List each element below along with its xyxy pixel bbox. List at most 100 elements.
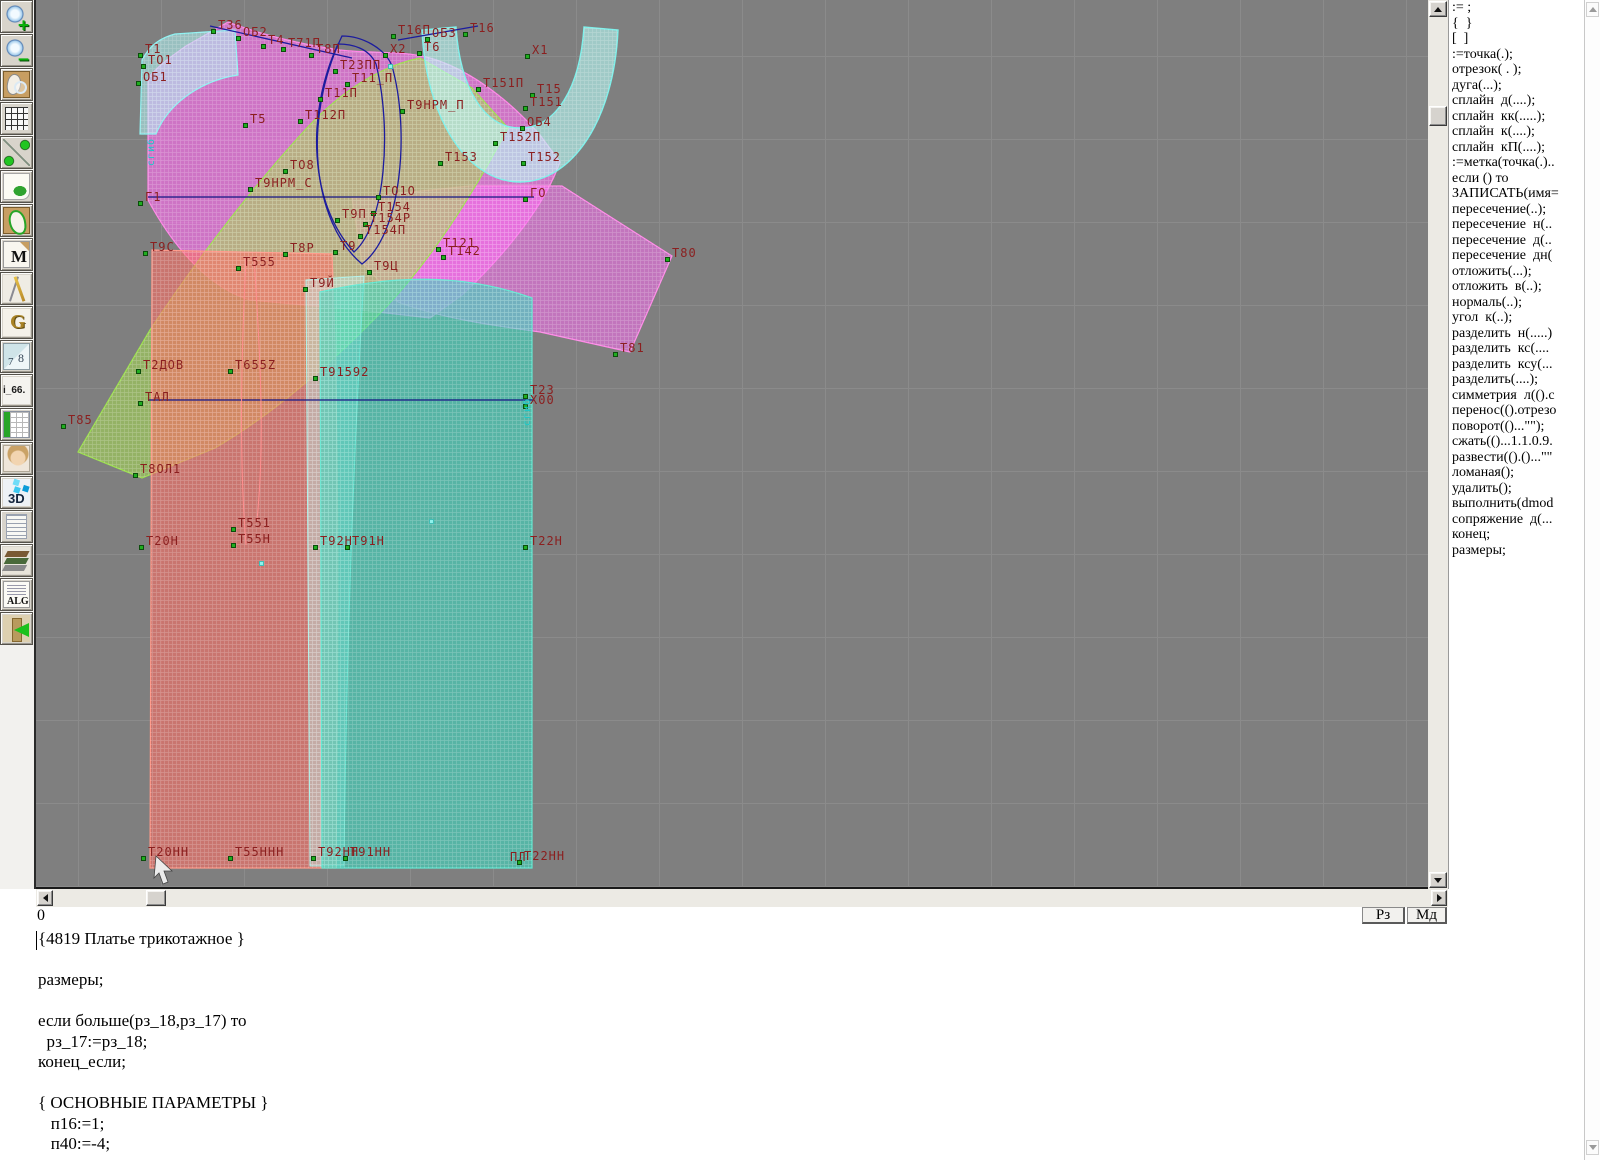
point-marker[interactable] [303, 287, 308, 292]
command-item[interactable]: сжать(()...1.1.0.9. [1449, 434, 1584, 450]
command-item[interactable]: сплайн к(....); [1449, 124, 1584, 140]
point-marker[interactable] [363, 222, 368, 227]
scroll-right-icon[interactable] [1431, 890, 1447, 906]
command-item[interactable]: выполнить(dmod [1449, 496, 1584, 512]
editor-line[interactable]: {4819 Платье трикотажное } [38, 929, 1584, 950]
point-marker[interactable] [438, 161, 443, 166]
point-marker[interactable] [283, 252, 288, 257]
zoom-in-button[interactable] [0, 0, 33, 33]
point-marker[interactable] [211, 29, 216, 34]
point-marker[interactable] [136, 369, 141, 374]
point-marker[interactable] [236, 36, 241, 41]
command-item[interactable]: сплайн кк(.....); [1449, 109, 1584, 125]
point-marker[interactable] [367, 270, 372, 275]
drawing-canvas[interactable]: Т36ОБ2Т1ТО1ОБ1Т4Т71ПТ8ПТ23ППТ11_ПХ2Т6Т16… [36, 0, 1428, 889]
point-marker[interactable] [143, 251, 148, 256]
point-marker[interactable] [371, 211, 376, 216]
point-marker[interactable] [61, 424, 66, 429]
point-marker[interactable] [400, 109, 405, 114]
command-item[interactable]: пересечение(..); [1449, 202, 1584, 218]
canvas-horizontal-scrollbar[interactable] [36, 889, 1448, 907]
point-marker[interactable] [138, 201, 143, 206]
point-marker[interactable] [345, 82, 350, 87]
aux-marker[interactable] [259, 561, 264, 566]
editor-line[interactable]: размеры; [38, 970, 1584, 991]
point-marker[interactable] [228, 369, 233, 374]
command-item[interactable]: [ ] [1449, 31, 1584, 47]
command-item[interactable]: := ; [1449, 0, 1584, 16]
command-item[interactable]: симметрия л(().с [1449, 388, 1584, 404]
point-marker[interactable] [463, 32, 468, 37]
drafting-button[interactable] [0, 272, 33, 305]
point-marker[interactable] [228, 856, 233, 861]
sketch-button[interactable] [0, 170, 33, 203]
command-item[interactable]: разделить ксу(... [1449, 357, 1584, 373]
command-item[interactable]: ЗАПИСАТЬ(имя= [1449, 186, 1584, 202]
command-item[interactable]: отрезок( . ); [1449, 62, 1584, 78]
point-marker[interactable] [333, 69, 338, 74]
zoom-out-button[interactable] [0, 34, 33, 67]
point-marker[interactable] [521, 161, 526, 166]
vertical-scroll-thumb[interactable] [1429, 106, 1447, 126]
point-marker[interactable] [358, 234, 363, 239]
point-marker[interactable] [391, 34, 396, 39]
point-marker[interactable] [665, 257, 670, 262]
point-marker[interactable] [313, 376, 318, 381]
point-marker[interactable] [261, 44, 266, 49]
editor-line[interactable]: рз_17:=рз_18; [38, 1032, 1584, 1053]
scroll-left-icon[interactable] [37, 890, 53, 906]
command-item[interactable]: размеры; [1449, 543, 1584, 559]
alg-button[interactable] [0, 578, 33, 611]
point-marker[interactable] [231, 543, 236, 548]
point-marker[interactable] [417, 51, 422, 56]
point-marker[interactable] [376, 195, 381, 200]
command-item[interactable]: сплайн д(....); [1449, 93, 1584, 109]
command-item[interactable]: :=точка(.); [1449, 47, 1584, 63]
command-item[interactable]: сплайн кП(....); [1449, 140, 1584, 156]
command-item[interactable]: дуга(...); [1449, 78, 1584, 94]
editor-line[interactable] [38, 991, 1584, 1012]
point-marker[interactable] [281, 47, 286, 52]
point-marker[interactable] [133, 473, 138, 478]
point-marker[interactable] [139, 545, 144, 550]
editor-line[interactable] [38, 1073, 1584, 1094]
command-item[interactable]: :=метка(точка(.).. [1449, 155, 1584, 171]
command-item[interactable]: разделить(....); [1449, 372, 1584, 388]
point-marker[interactable] [236, 266, 241, 271]
command-item[interactable]: сопряжение д(... [1449, 512, 1584, 528]
point-marker[interactable] [138, 401, 143, 406]
i66-button[interactable] [0, 374, 33, 407]
point-marker[interactable] [436, 247, 441, 252]
scroll-down-icon[interactable] [1429, 872, 1447, 888]
point-marker[interactable] [136, 81, 141, 86]
point-marker[interactable] [425, 37, 430, 42]
point-marker[interactable] [141, 64, 146, 69]
face-button[interactable] [0, 442, 33, 475]
measure-button[interactable] [0, 136, 33, 169]
panel-scrollbar[interactable] [1584, 0, 1600, 1160]
point-marker[interactable] [141, 856, 146, 861]
aux-marker[interactable] [429, 519, 434, 524]
command-item[interactable]: { } [1449, 16, 1584, 32]
point-marker[interactable] [333, 250, 338, 255]
editor-line[interactable]: п40:=-4; [38, 1134, 1584, 1155]
point-marker[interactable] [313, 545, 318, 550]
command-item[interactable]: перенос(().отрезо [1449, 403, 1584, 419]
point-marker[interactable] [283, 169, 288, 174]
command-item[interactable]: конец; [1449, 527, 1584, 543]
rz-button[interactable]: Рз [1362, 907, 1405, 924]
point-marker[interactable] [525, 54, 530, 59]
point-marker[interactable] [530, 93, 535, 98]
piece-skirt-back[interactable] [320, 279, 532, 868]
command-item[interactable]: пересечение д(.. [1449, 233, 1584, 249]
point-marker[interactable] [335, 218, 340, 223]
command-item[interactable]: ломаная(); [1449, 465, 1584, 481]
model-m-button[interactable] [0, 238, 33, 271]
editor-line[interactable] [38, 950, 1584, 971]
point-marker[interactable] [309, 53, 314, 58]
command-item[interactable]: пересечение н(.. [1449, 217, 1584, 233]
pattern-piece-button[interactable] [0, 204, 33, 237]
point-marker[interactable] [383, 53, 388, 58]
command-item[interactable]: разделить н(.....) [1449, 326, 1584, 342]
grid-button[interactable] [0, 102, 33, 135]
